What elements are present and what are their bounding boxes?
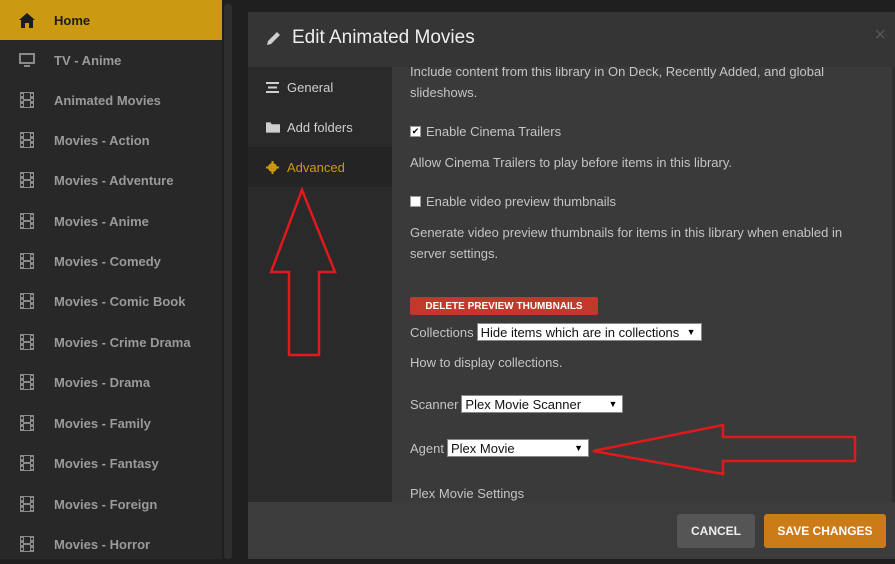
scanner-value: Plex Movie Scanner (465, 396, 582, 412)
film-icon (18, 252, 36, 270)
cinema-trailers-row[interactable]: ✔ Enable Cinema Trailers (410, 124, 561, 139)
cinema-trailers-help: Allow Cinema Trailers to play before ite… (410, 155, 732, 170)
scanner-row: Scanner Plex Movie Scanner ▼ (410, 395, 624, 413)
film-icon (18, 454, 36, 472)
film-icon (18, 171, 36, 189)
sidebar-item-label: Movies - Crime Drama (54, 334, 191, 350)
video-preview-checkbox[interactable] (410, 196, 421, 207)
delete-preview-thumbnails-button[interactable]: DELETE PREVIEW THUMBNAILS (410, 297, 598, 315)
save-changes-button[interactable]: SAVE CHANGES (764, 514, 886, 548)
tab-general[interactable]: General (248, 67, 392, 107)
sidebar-item-label: Movies - Action (54, 132, 150, 148)
tab-advanced[interactable]: Advanced (248, 147, 392, 187)
pencil-icon (266, 30, 282, 51)
agent-value: Plex Movie (450, 440, 515, 456)
sidebar-item-movies-drama[interactable]: Movies - Drama (0, 362, 222, 402)
film-icon (18, 131, 36, 149)
video-preview-row[interactable]: Enable video preview thumbnails (410, 194, 616, 209)
collections-label: Collections (410, 324, 474, 340)
cancel-button[interactable]: CANCEL (677, 514, 755, 548)
close-icon[interactable]: × (874, 25, 886, 45)
film-icon (18, 373, 36, 391)
video-preview-help: Generate video preview thumbnails for it… (410, 222, 842, 264)
sidebar-item-label: Home (54, 12, 91, 28)
on-deck-help-line: Include content from this library in On … (410, 67, 825, 79)
sidebar-scrollbar[interactable] (224, 4, 232, 559)
sidebar-item-home[interactable]: Home (0, 0, 222, 40)
modal-nav: General Add folders Advanced (248, 67, 392, 502)
film-icon (18, 414, 36, 432)
sidebar-item-tv-anime[interactable]: TV - Anime (0, 40, 222, 80)
agent-label: Agent (410, 440, 444, 456)
sidebar-item-movies-fantasy[interactable]: Movies - Fantasy (0, 443, 222, 483)
film-icon (18, 535, 36, 553)
sidebar-item-label: Movies - Adventure (54, 172, 174, 188)
collections-row: Collections Hide items which are in coll… (410, 323, 702, 341)
video-preview-help-line: server settings. (410, 246, 499, 261)
agent-row: Agent Plex Movie ▼ (410, 439, 589, 457)
scanner-select[interactable]: Plex Movie Scanner ▼ (461, 395, 624, 413)
tab-label: Add folders (287, 119, 353, 135)
film-icon (18, 333, 36, 351)
collections-select[interactable]: Hide items which are in collections ▼ (476, 323, 702, 341)
sidebar-item-label: Movies - Fantasy (54, 455, 159, 471)
film-icon (18, 495, 36, 513)
sidebar-item-label: Movies - Anime (54, 213, 149, 229)
chevron-down-icon: ▼ (686, 327, 696, 337)
video-preview-help-line: Generate video preview thumbnails for it… (410, 225, 843, 240)
video-preview-label: Enable video preview thumbnails (426, 194, 617, 209)
sidebar-item-animated-movies[interactable]: Animated Movies (0, 80, 222, 120)
sidebar-item-movies-horror[interactable]: Movies - Horror (0, 524, 222, 564)
tab-add-folders[interactable]: Add folders (248, 107, 392, 147)
sidebar-item-movies-anime[interactable]: Movies - Anime (0, 201, 222, 241)
gear-icon (266, 160, 280, 174)
sidebar-item-movies-action[interactable]: Movies - Action (0, 120, 222, 160)
film-icon (18, 292, 36, 310)
sidebar-item-movies-adventure[interactable]: Movies - Adventure (0, 160, 222, 200)
sidebar-item-movies-crime-drama[interactable]: Movies - Crime Drama (0, 322, 222, 362)
agent-select[interactable]: Plex Movie ▼ (446, 439, 589, 457)
collections-help: How to display collections. (410, 355, 563, 370)
on-deck-help-line: slideshows. (410, 85, 478, 100)
sidebar-item-label: Animated Movies (54, 92, 161, 108)
sidebar-item-label: Movies - Comedy (54, 253, 161, 269)
tab-label: General (287, 79, 334, 95)
cinema-trailers-label: Enable Cinema Trailers (426, 124, 562, 139)
advanced-settings-panel[interactable]: Include content from this library in On … (392, 67, 892, 502)
edit-library-modal: Edit Animated Movies × General Add folde… (248, 12, 895, 559)
lines-icon (266, 81, 280, 93)
agent-settings-heading: Plex Movie Settings (410, 486, 525, 501)
tv-icon (18, 51, 36, 69)
scanner-label: Scanner (410, 396, 459, 412)
sidebar: Home TV - Anime Animated Movies Movies -… (0, 0, 222, 559)
chevron-down-icon: ▼ (574, 443, 583, 453)
sidebar-item-label: Movies - Horror (54, 536, 151, 552)
modal-header: Edit Animated Movies × (248, 12, 895, 67)
sidebar-item-label: Movies - Family (54, 415, 151, 431)
film-icon (18, 212, 36, 230)
folder-icon (266, 121, 280, 133)
collections-value: Hide items which are in collections (480, 324, 680, 340)
sidebar-item-label: Movies - Comic Book (54, 293, 186, 309)
sidebar-item-movies-foreign[interactable]: Movies - Foreign (0, 484, 222, 524)
on-deck-help-text: Include content from this library in On … (410, 67, 824, 103)
modal-footer: CANCEL SAVE CHANGES (248, 502, 895, 559)
film-icon (18, 91, 36, 109)
chevron-down-icon: ▼ (608, 399, 618, 409)
modal-title: Edit Animated Movies (292, 27, 475, 48)
tab-label: Advanced (287, 159, 345, 175)
sidebar-item-label: TV - Anime (54, 52, 122, 68)
sidebar-item-movies-family[interactable]: Movies - Family (0, 403, 222, 443)
home-icon (18, 11, 36, 29)
cinema-trailers-checkbox[interactable]: ✔ (410, 126, 421, 137)
sidebar-item-label: Movies - Foreign (54, 496, 158, 512)
sidebar-item-movies-comic-book[interactable]: Movies - Comic Book (0, 281, 222, 321)
sidebar-item-label: Movies - Drama (54, 374, 151, 390)
sidebar-item-movies-comedy[interactable]: Movies - Comedy (0, 241, 222, 281)
